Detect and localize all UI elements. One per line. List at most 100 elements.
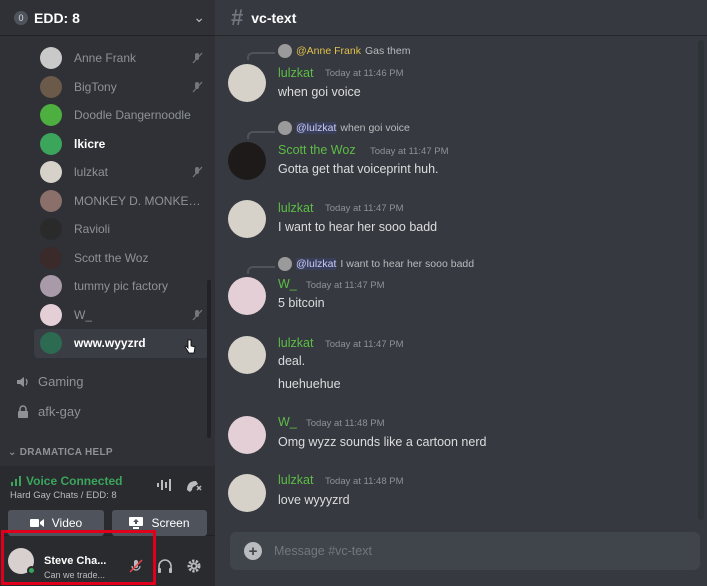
- category-dramatica-help[interactable]: ⌄ DRAMATICA HELP: [8, 447, 113, 458]
- reply-mention: @Anne Frank: [296, 45, 361, 57]
- voice-location[interactable]: Hard Gay Chats / EDD: 8: [10, 490, 117, 501]
- video-label: Video: [51, 516, 83, 530]
- avatar: [40, 47, 62, 70]
- avatar[interactable]: [228, 64, 266, 102]
- member-name: www.wyyzrd: [74, 336, 146, 351]
- avatar[interactable]: [228, 142, 266, 180]
- channel-header: # vc-text: [215, 0, 707, 36]
- screen-share-icon: [129, 517, 144, 529]
- member-name: tummy pic factory: [74, 279, 169, 294]
- hand-cursor-icon: [184, 339, 196, 354]
- avatar: [40, 332, 62, 355]
- lock-icon: [18, 404, 28, 418]
- channel-label: afk-gay: [38, 404, 81, 419]
- message-author[interactable]: lulzkat: [278, 201, 313, 215]
- message-text: Omg wyzz sounds like a cartoon nerd: [278, 435, 487, 449]
- chevron-down-icon[interactable]: ⌄: [193, 9, 205, 26]
- reply-preview[interactable]: @lulzkat when goi voice: [278, 121, 410, 135]
- avatar[interactable]: [228, 200, 266, 238]
- voice-member-hovered[interactable]: www.wyyzrd: [34, 329, 209, 358]
- message-timestamp: Today at 11:47 PM: [370, 146, 449, 157]
- member-name: lkicre: [74, 136, 106, 151]
- reply-preview[interactable]: @lulzkat I want to hear her sooo badd: [278, 257, 474, 271]
- message-author[interactable]: lulzkat: [278, 473, 313, 487]
- message-author[interactable]: Scott the Woz: [278, 143, 356, 157]
- message-author[interactable]: lulzkat: [278, 336, 313, 350]
- avatar[interactable]: [228, 416, 266, 454]
- reply-line: [247, 266, 275, 274]
- voice-member-speaking[interactable]: lkicre: [34, 130, 209, 159]
- highlight-box: [1, 530, 156, 585]
- muted-mic-icon: [192, 166, 203, 178]
- message-text: love wyyyzrd: [278, 493, 350, 507]
- member-name: BigTony: [74, 79, 117, 94]
- voice-member[interactable]: lulzkat: [34, 158, 209, 187]
- message-author[interactable]: W_: [278, 277, 297, 291]
- message-text: Gotta get that voiceprint huh.: [278, 162, 439, 176]
- headphones-icon[interactable]: [157, 558, 173, 574]
- voice-connected-status[interactable]: Voice Connected: [10, 474, 122, 488]
- voice-member[interactable]: tummy pic factory: [34, 272, 209, 301]
- avatar: [40, 161, 62, 184]
- message-input[interactable]: Message #vc-text: [274, 544, 372, 558]
- message-text: deal.: [278, 354, 306, 368]
- message-author[interactable]: lulzkat: [278, 66, 313, 80]
- reply-avatar: [278, 121, 292, 135]
- reply-mention: @lulzkat: [296, 122, 337, 134]
- noise-suppression-icon[interactable]: [156, 478, 174, 492]
- gear-icon[interactable]: [186, 558, 202, 574]
- voice-member[interactable]: BigTony: [34, 73, 209, 102]
- chevron-down-icon: ⌄: [8, 447, 20, 458]
- category-label: DRAMATICA HELP: [19, 447, 113, 458]
- avatar[interactable]: [228, 277, 266, 315]
- message-timestamp: Today at 11:47 PM: [325, 203, 404, 214]
- reply-avatar: [278, 257, 292, 271]
- message-timestamp: Today at 11:47 PM: [306, 280, 385, 291]
- avatar: [40, 189, 62, 212]
- avatar: [40, 303, 62, 326]
- server-header[interactable]: 0 EDD: 8 ⌄: [0, 0, 215, 36]
- voice-member[interactable]: W_: [34, 301, 209, 330]
- message-text: 5 bitcoin: [278, 296, 325, 310]
- reply-preview[interactable]: @Anne Frank Gas them: [278, 44, 410, 58]
- message-timestamp: Today at 11:47 PM: [325, 339, 404, 350]
- voice-connection-panel: Voice Connected Hard Gay Chats / EDD: 8 …: [0, 466, 215, 536]
- message-author[interactable]: W_: [278, 415, 297, 429]
- reply-mention: @lulzkat: [296, 258, 337, 270]
- reply-line: [247, 52, 275, 60]
- sidebar-scrollbar[interactable]: [207, 280, 211, 438]
- voice-member[interactable]: MONKEY D. MONKEY ...: [34, 187, 209, 216]
- avatar[interactable]: [228, 474, 266, 512]
- message-timestamp: Today at 11:46 PM: [325, 68, 404, 79]
- reply-avatar: [278, 44, 292, 58]
- speaker-icon: [17, 376, 28, 387]
- reply-text: when goi voice: [340, 122, 410, 134]
- muted-mic-icon: [192, 81, 203, 93]
- disconnect-icon[interactable]: [185, 478, 203, 494]
- screen-label: Screen: [151, 516, 190, 530]
- avatar: [40, 246, 62, 269]
- avatar[interactable]: [228, 336, 266, 374]
- voice-member-list: Anne Frank BigTony Doodle Dangernoodle l…: [0, 44, 215, 358]
- avatar: [40, 275, 62, 298]
- chat-scrollbar[interactable]: [698, 40, 704, 520]
- member-name: Scott the Woz: [74, 250, 149, 265]
- add-attachment-icon[interactable]: +: [244, 542, 262, 560]
- voice-member[interactable]: Anne Frank: [34, 44, 209, 73]
- member-name: Anne Frank: [74, 51, 137, 66]
- message-text: I want to hear her sooo badd: [278, 220, 438, 234]
- member-name: Ravioli: [74, 222, 111, 237]
- voice-channel-afk[interactable]: afk-gay: [16, 404, 81, 419]
- channel-name: vc-text: [251, 9, 297, 26]
- member-name: MONKEY D. MONKEY ...: [74, 193, 206, 208]
- voice-channel-gaming[interactable]: Gaming: [16, 374, 84, 389]
- message-composer[interactable]: + Message #vc-text: [230, 532, 700, 570]
- message-text: when goi voice: [278, 85, 361, 99]
- voice-member[interactable]: Doodle Dangernoodle: [34, 101, 209, 130]
- hashtag-icon: #: [231, 4, 244, 30]
- muted-mic-icon: [192, 52, 203, 64]
- voice-member[interactable]: Scott the Woz: [34, 244, 209, 273]
- message-timestamp: Today at 11:48 PM: [306, 418, 385, 429]
- voice-member[interactable]: Ravioli: [34, 215, 209, 244]
- server-name: EDD: 8: [34, 9, 80, 26]
